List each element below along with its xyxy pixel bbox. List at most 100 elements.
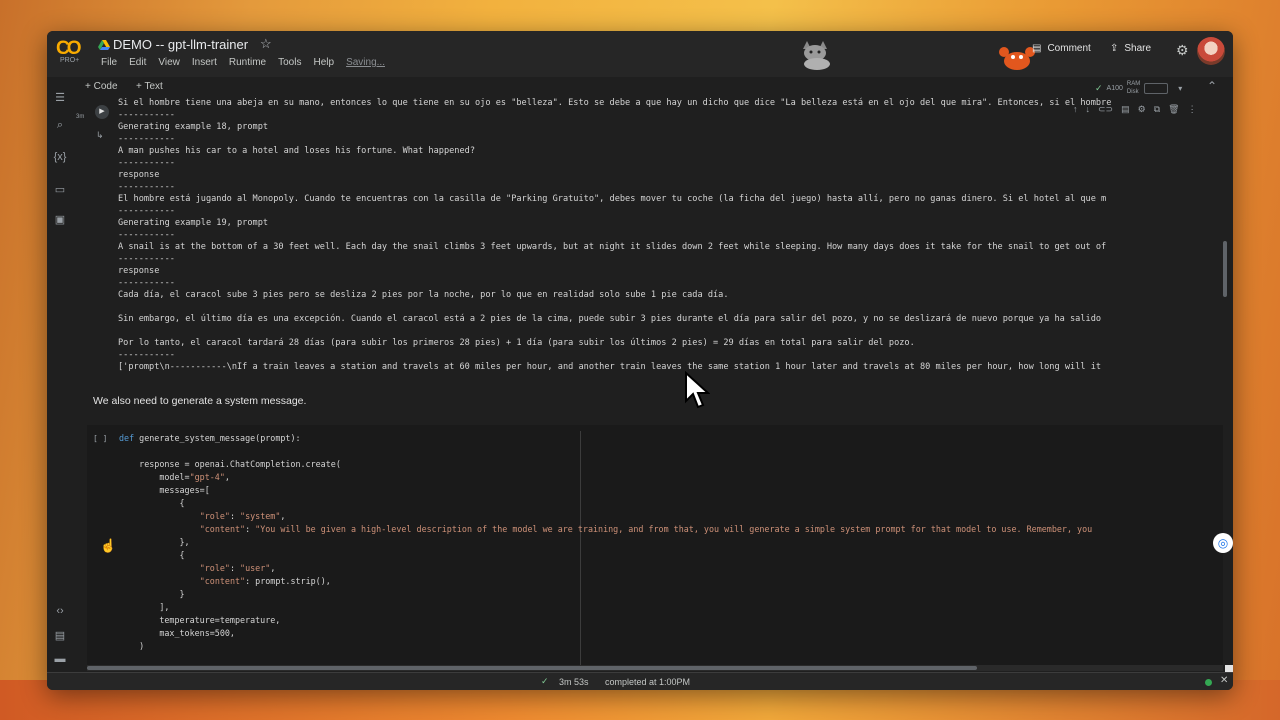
ram-label: RAM <box>1126 81 1141 87</box>
cat-mascot-icon <box>803 41 830 70</box>
completed-status: completed at 1:00PM <box>605 677 691 687</box>
disk-label: Disk <box>1126 89 1139 95</box>
cell-run-area: ▶ 3m ↳ <box>73 97 113 157</box>
menu-bar: File Edit View Insert Runtime Tools Help… <box>101 57 385 68</box>
table-of-contents-icon[interactable]: ☰ <box>53 91 67 104</box>
command-palette-icon[interactable]: ▤ <box>53 629 67 642</box>
status-bar: ✓ 3m 53s completed at 1:00PM ✕ <box>47 672 1233 690</box>
cell-execution-bracket[interactable]: [ ] <box>93 434 107 443</box>
menu-runtime[interactable]: Runtime <box>229 57 266 68</box>
code-line: temperature=temperature, <box>119 615 281 625</box>
avatar[interactable] <box>1197 37 1225 65</box>
menu-file[interactable]: File <box>101 57 117 68</box>
chevron-up-icon[interactable]: ⌃ <box>1207 79 1217 93</box>
output-line: ----------- <box>118 182 175 192</box>
output-line: Generating example 18, prompt <box>118 122 269 132</box>
output-line: Por lo tanto, el caracol tardará 28 días… <box>118 338 915 348</box>
code-line: "role": "system", <box>199 511 286 521</box>
comment-icon: ▤ <box>1032 43 1042 54</box>
code-line: "role": "user", <box>199 563 276 573</box>
output-line: ----------- <box>118 278 175 288</box>
code-line: { <box>119 550 185 560</box>
mouse-pointer-icon <box>685 371 710 409</box>
status-check-icon: ✓ <box>541 676 549 686</box>
execution-duration: 3m 53s <box>559 677 589 687</box>
left-sidebar: ☰ ⌕ {x} ▭ ▣ ‹› ▤ ▬ <box>47 77 73 677</box>
output-line: response <box>118 170 160 180</box>
google-drive-icon <box>98 40 110 50</box>
colab-header: CO PRO+ DEMO -- gpt-llm-trainer ☆ File E… <box>47 31 1233 77</box>
code-line: } <box>119 589 185 599</box>
variables-icon[interactable]: {x} <box>53 151 67 163</box>
output-line: Sin embargo, el último día es una excepc… <box>118 314 1102 324</box>
share-label: Share <box>1124 43 1152 54</box>
code-line: response = openai.ChatCompletion.create( <box>119 459 341 469</box>
saving-status[interactable]: Saving... <box>346 57 385 68</box>
runtime-resources[interactable]: ✓ A100 RAM Disk ▾ <box>1095 81 1182 96</box>
output-scrollbar[interactable] <box>1223 241 1227 297</box>
colab-logo[interactable]: CO <box>56 38 86 59</box>
output-line: Generating example 19, prompt <box>118 218 269 228</box>
code-line: "content": "You will be given a high-lev… <box>199 524 1093 534</box>
gear-icon[interactable]: ⚙ <box>1176 42 1189 59</box>
output-line: ----------- <box>118 110 175 120</box>
code-editor[interactable]: def generate_system_message(prompt): res… <box>119 432 1211 662</box>
output-line: ----------- <box>118 206 175 216</box>
folder-icon[interactable]: ▭ <box>53 183 67 196</box>
gemini-icon[interactable]: ◎ <box>1213 533 1233 553</box>
output-line: ----------- <box>118 230 175 240</box>
cell-output-text: Si el hombre tiene una abeja en su mano,… <box>118 97 1222 373</box>
comment-button[interactable]: ▤ Comment <box>1032 43 1091 54</box>
status-dot-icon <box>1205 679 1212 686</box>
notebook-toolbar: + Code + Text ✓ A100 RAM Disk ▾ ⌃ <box>47 77 1233 97</box>
share-icon: ⇪ <box>1110 43 1119 54</box>
pro-plus-label: PRO+ <box>60 57 80 64</box>
code-line: }, <box>119 537 190 547</box>
share-button[interactable]: ⇪ Share <box>1110 43 1151 54</box>
run-time: 3m <box>76 114 85 120</box>
output-line: ----------- <box>118 158 175 168</box>
runtime-type: A100 <box>1106 85 1123 92</box>
output-toggle-icon[interactable]: ↳ <box>96 130 104 141</box>
comment-label: Comment <box>1047 43 1091 54</box>
output-line: A snail is at the bottom of a 30 feet we… <box>118 242 1107 252</box>
browser-window: CO PRO+ DEMO -- gpt-llm-trainer ☆ File E… <box>47 31 1233 690</box>
secrets-icon[interactable]: ▣ <box>53 213 67 226</box>
terminal-icon[interactable]: ▬ <box>53 653 67 665</box>
output-line: ----------- <box>118 254 175 264</box>
add-code-button[interactable]: + Code <box>85 81 118 92</box>
connected-check-icon: ✓ <box>1095 83 1103 93</box>
output-line: Si el hombre tiene una abeja en su mano,… <box>118 98 1112 108</box>
chevron-down-icon[interactable]: ▾ <box>1178 84 1182 93</box>
menu-view[interactable]: View <box>158 57 180 68</box>
code-line: def generate_system_message(prompt): <box>119 433 301 443</box>
output-line: ----------- <box>118 134 175 144</box>
scrollbar-thumb[interactable] <box>87 666 977 670</box>
hand-pointer-icon: ☝ <box>100 538 117 553</box>
search-icon[interactable]: ⌕ <box>53 119 67 132</box>
output-line: response <box>118 266 160 276</box>
horizontal-scrollbar[interactable] <box>87 665 1223 671</box>
code-line: model="gpt-4", <box>119 472 230 482</box>
menu-help[interactable]: Help <box>313 57 334 68</box>
code-snippets-icon[interactable]: ‹› <box>53 605 67 617</box>
add-text-button[interactable]: + Text <box>136 81 163 92</box>
notebook-title[interactable]: DEMO -- gpt-llm-trainer <box>113 37 248 52</box>
menu-tools[interactable]: Tools <box>278 57 301 68</box>
crab-mascot-icon <box>999 47 1035 70</box>
output-line: A man pushes his car to a hotel and lose… <box>118 146 475 156</box>
close-icon[interactable]: ✕ <box>1220 675 1228 686</box>
markdown-text-cell[interactable]: We also need to generate a system messag… <box>93 395 306 407</box>
menu-insert[interactable]: Insert <box>192 57 217 68</box>
menu-edit[interactable]: Edit <box>129 57 146 68</box>
star-icon[interactable]: ☆ <box>260 36 272 52</box>
code-line: ) <box>119 641 145 651</box>
code-line: max_tokens=500, <box>119 628 235 638</box>
code-line: messages=[ <box>119 485 210 495</box>
code-line: { <box>119 498 185 508</box>
output-line: El hombre está jugando al Monopoly. Cuan… <box>118 194 1107 204</box>
run-cell-button[interactable]: ▶ <box>95 105 109 119</box>
